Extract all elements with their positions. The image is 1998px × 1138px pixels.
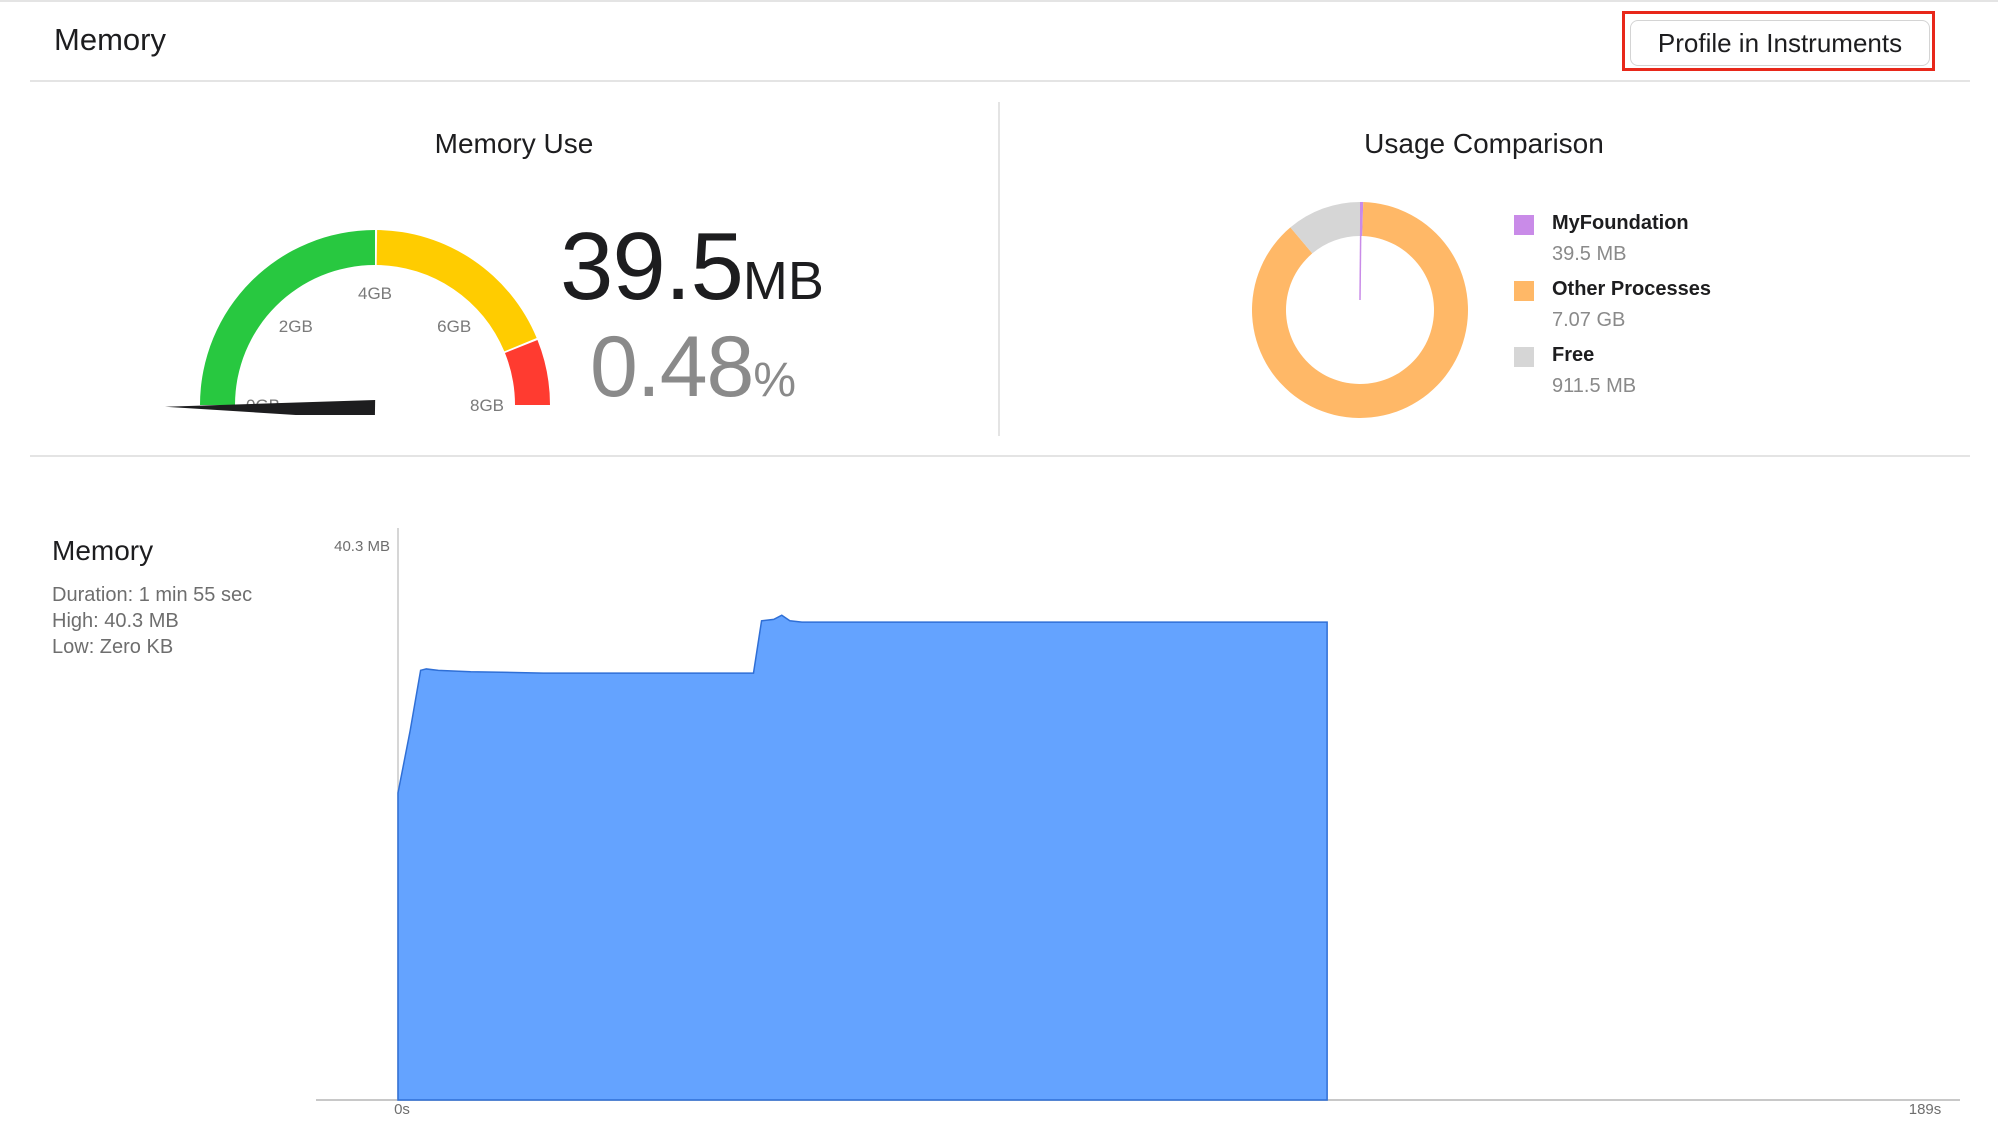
gauge-segment <box>504 339 550 405</box>
legend-value-free: 911.5 MB <box>1552 375 1637 397</box>
legend-name-myfoundation: MyFoundation <box>1552 212 1689 234</box>
memory-area-series <box>397 614 1328 1101</box>
x-end-label: 189s <box>1909 1101 1942 1118</box>
memory-percent: 0.48% <box>590 318 796 417</box>
header-divider <box>30 80 1970 82</box>
donut-slice-marker <box>1359 201 1362 301</box>
top-border <box>0 0 1998 2</box>
usage-comparison-title: Usage Comparison <box>1364 128 1604 159</box>
memory-chart-title: Memory <box>52 535 154 566</box>
panel-divider <box>998 102 1000 436</box>
usage-legend: MyFoundation 39.5 MB Other Processes 7.0… <box>1514 212 1814 412</box>
section-divider <box>30 455 1970 457</box>
legend-value-other-processes: 7.07 GB <box>1552 309 1626 331</box>
page-title: Memory <box>54 22 166 57</box>
gauge-tick-label: 2GB <box>279 317 313 336</box>
legend-name-free: Free <box>1552 344 1595 366</box>
memory-duration: Duration: 1 min 55 sec <box>52 584 253 606</box>
memory-use-title: Memory Use <box>434 128 594 159</box>
x-start-label: 0s <box>394 1101 410 1118</box>
gauge-tick-label: 4GB <box>358 284 392 303</box>
legend-swatch-myfoundation <box>1514 215 1534 235</box>
memory-gauge: 0GB2GB4GB6GB8GB <box>165 230 550 415</box>
gauge-tick-label: 6GB <box>437 317 471 336</box>
legend-value-myfoundation: 39.5 MB <box>1552 243 1627 265</box>
memory-percent-number: 0.48 <box>590 319 754 415</box>
legend-swatch-other-processes <box>1514 281 1534 301</box>
usage-donut-chart <box>1252 201 1468 418</box>
highlight-annotation <box>1622 11 1935 71</box>
memory-high: High: 40.3 MB <box>52 610 179 632</box>
memory-percent-unit: % <box>753 354 797 407</box>
legend-name-other-processes: Other Processes <box>1552 278 1711 300</box>
memory-value-unit: MB <box>742 251 824 311</box>
legend-swatch-free <box>1514 347 1534 367</box>
memory-value: 39.5MB <box>560 212 824 322</box>
memory-value-number: 39.5 <box>560 213 744 320</box>
y-max-label: 40.3 MB <box>334 538 390 555</box>
gauge-tick-label: 8GB <box>470 396 504 415</box>
memory-low: Low: Zero KB <box>52 636 174 658</box>
